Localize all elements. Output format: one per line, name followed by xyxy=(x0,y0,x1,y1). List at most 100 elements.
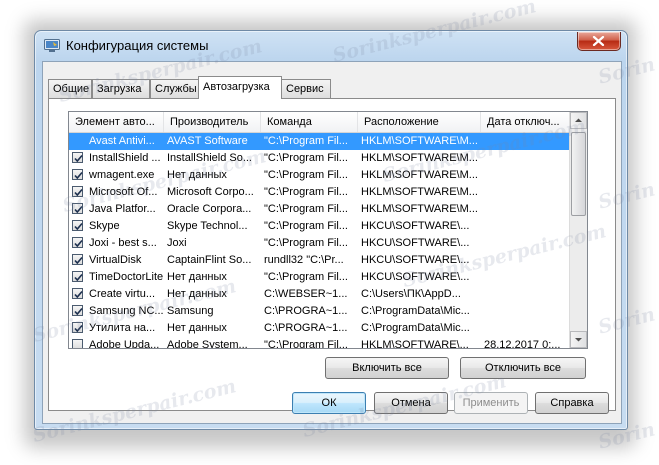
cell-location: HKLM\SOFTWARE\M... xyxy=(358,133,481,150)
tab-tools[interactable]: Сервис xyxy=(281,79,331,98)
cell-location: C:\ProgramData\Mic... xyxy=(361,305,470,317)
cell-manufacturer: AVAST Software xyxy=(164,133,261,150)
cell-command: "C:\Program Fil... xyxy=(264,220,348,232)
cell-manufacturer: Нет данных xyxy=(167,169,227,181)
list-row[interactable]: Avast Antivi... AVAST Software "C:\Program… xyxy=(69,133,576,150)
ok-button[interactable]: ОК xyxy=(292,392,366,414)
cell-manufacturer: Нет данных xyxy=(167,288,227,300)
tab-startup[interactable]: Автозагрузка xyxy=(198,76,282,99)
cell-date-disabled xyxy=(481,167,576,184)
title-bar[interactable]: Конфигурация системы xyxy=(35,31,627,61)
cell-location: HKCU\SOFTWARE\... xyxy=(361,254,470,266)
list-row[interactable]: Microsoft Of... Microsoft Corpo... "C:\Pro… xyxy=(69,184,576,201)
cell-date-disabled xyxy=(481,269,576,286)
scroll-down-button[interactable] xyxy=(570,331,587,348)
arrow-up-icon xyxy=(575,118,582,122)
cell-location: HKLM\SOFTWARE\M... xyxy=(361,169,478,181)
cell-command: rundll32 "C:\Pr... xyxy=(264,254,344,266)
scroll-up-button[interactable] xyxy=(570,112,587,129)
cell-command: "C:\Program Fil... xyxy=(264,339,348,349)
system-configuration-window: Конфигурация системы Общие Загрузка Служ… xyxy=(34,30,628,430)
cell-startup-item: TimeDoctorLite xyxy=(69,269,164,286)
startup-item-name: Adobe Upda... xyxy=(89,339,160,349)
cell-startup-item: Microsoft Of... xyxy=(69,184,164,201)
cell-command: "C:\Program Fil... xyxy=(264,169,348,181)
cell-manufacturer: InstallShield So... xyxy=(167,152,252,164)
cell-manufacturer: Samsung xyxy=(167,305,214,317)
cell-location: HKLM\SOFTWARE\M... xyxy=(361,186,478,198)
disable-all-button[interactable]: Отключить все xyxy=(460,357,586,379)
tab-services[interactable]: Службы xyxy=(150,79,200,98)
cell-date-disabled xyxy=(481,184,576,201)
cell-date-disabled xyxy=(481,150,576,167)
cell-manufacturer: Microsoft Corpo... xyxy=(167,186,254,198)
tab-boot[interactable]: Загрузка xyxy=(92,79,150,98)
cancel-button[interactable]: Отмена xyxy=(374,392,448,414)
column-manufacturer[interactable]: Производитель xyxy=(164,112,261,132)
help-button[interactable]: Справка xyxy=(535,392,609,414)
cell-location: C:\ProgramData\Mic... xyxy=(361,322,470,334)
cell-manufacturer: Joxi xyxy=(167,237,187,249)
cell-location: HKCU\SOFTWARE\... xyxy=(361,271,470,283)
startup-items-list[interactable]: Элемент авто... Производитель Команда Ра… xyxy=(68,111,588,349)
cell-location: HKLM\SOFTWARE\M... xyxy=(361,203,478,215)
window-title: Конфигурация системы xyxy=(66,38,209,53)
cell-location: HKLM\SOFTWARE\M... xyxy=(361,152,478,164)
list-row[interactable]: Skype Skype Technol... "C:\Program Fil... H… xyxy=(69,218,576,235)
cell-command: "C:\Program Fil... xyxy=(264,237,348,249)
startup-item-name: Утилита на... xyxy=(89,322,156,334)
cell-command: "C:\Program Fil... xyxy=(264,186,348,198)
apply-button[interactable]: Применить xyxy=(454,392,528,414)
list-row[interactable]: VirtualDisk CaptainFlint So... rundll32 "C… xyxy=(69,252,576,269)
cell-startup-item: Create virtu... xyxy=(69,286,164,303)
column-date-disabled[interactable]: Дата отключ... xyxy=(481,112,576,132)
vertical-scrollbar[interactable] xyxy=(569,112,587,348)
enable-all-button[interactable]: Включить все xyxy=(325,357,449,379)
cell-command: C:\PROGRA~1... xyxy=(264,322,348,334)
cell-date-disabled xyxy=(481,252,576,269)
list-row[interactable]: Java Platfor... Oracle Corpora... "C:\Prog… xyxy=(69,201,576,218)
list-row[interactable]: Adobe Upda... Adobe System... "C:\Program … xyxy=(69,337,576,349)
list-row[interactable]: Create virtu... Нет данных C:\WEBSER~1... C… xyxy=(69,286,576,303)
list-row[interactable]: Joxi - best s... Joxi "C:\Program Fil... HK… xyxy=(69,235,576,252)
close-icon xyxy=(592,36,605,46)
cell-command: "C:\Program Fil... xyxy=(261,133,358,150)
cell-date-disabled: 28.12.2017 0:... xyxy=(484,339,561,349)
cell-location: HKLM\SOFTWARE\... xyxy=(361,339,469,349)
tab-general[interactable]: Общие xyxy=(48,79,92,98)
startup-item-name: InstallShield ... xyxy=(89,152,161,164)
startup-item-name: wmagent.exe xyxy=(89,169,155,181)
cell-date-disabled xyxy=(481,133,576,150)
cell-startup-item: Adobe Upda... xyxy=(69,337,164,349)
list-row[interactable]: Утилита на... Нет данных C:\PROGRA~1... C:\… xyxy=(69,320,576,337)
list-row[interactable]: TimeDoctorLite Нет данных "C:\Program Fil.… xyxy=(69,269,576,286)
startup-item-name: Create virtu... xyxy=(89,288,156,300)
cell-manufacturer: Adobe System... xyxy=(167,339,248,349)
column-startup-item[interactable]: Элемент авто... xyxy=(69,112,164,132)
column-location[interactable]: Расположение xyxy=(358,112,481,132)
cell-command: C:\WEBSER~1... xyxy=(264,288,348,300)
cell-manufacturer: Нет данных xyxy=(167,271,227,283)
list-row[interactable]: InstallShield ... InstallShield So... "C:\… xyxy=(69,150,576,167)
scroll-thumb[interactable] xyxy=(571,132,586,216)
cell-location: HKCU\SOFTWARE\... xyxy=(361,220,470,232)
cell-startup-item: Avast Antivi... xyxy=(69,133,164,150)
startup-item-name: VirtualDisk xyxy=(89,254,142,266)
cell-startup-item: wmagent.exe xyxy=(69,167,164,184)
cell-command: "C:\Program Fil... xyxy=(264,152,348,164)
close-button[interactable] xyxy=(577,32,621,51)
list-row[interactable]: wmagent.exe Нет данных "C:\Program Fil... H… xyxy=(69,167,576,184)
cell-location: C:\Users\ПК\AppD... xyxy=(361,288,461,300)
cell-date-disabled xyxy=(481,235,576,252)
cell-command: C:\PROGRA~1... xyxy=(264,305,348,317)
column-command[interactable]: Команда xyxy=(261,112,358,132)
cell-date-disabled xyxy=(481,320,576,337)
startup-item-name: Skype xyxy=(89,220,120,232)
cell-startup-item: Samsung NC... xyxy=(69,303,164,320)
startup-item-name: TimeDoctorLite xyxy=(89,271,164,283)
arrow-down-icon xyxy=(575,338,582,342)
list-row[interactable]: Samsung NC... Samsung C:\PROGRA~1... C:\Pro… xyxy=(69,303,576,320)
cell-date-disabled xyxy=(481,218,576,235)
cell-command: "C:\Program Fil... xyxy=(264,271,348,283)
cell-command: "C:\Program Fil... xyxy=(264,203,348,215)
